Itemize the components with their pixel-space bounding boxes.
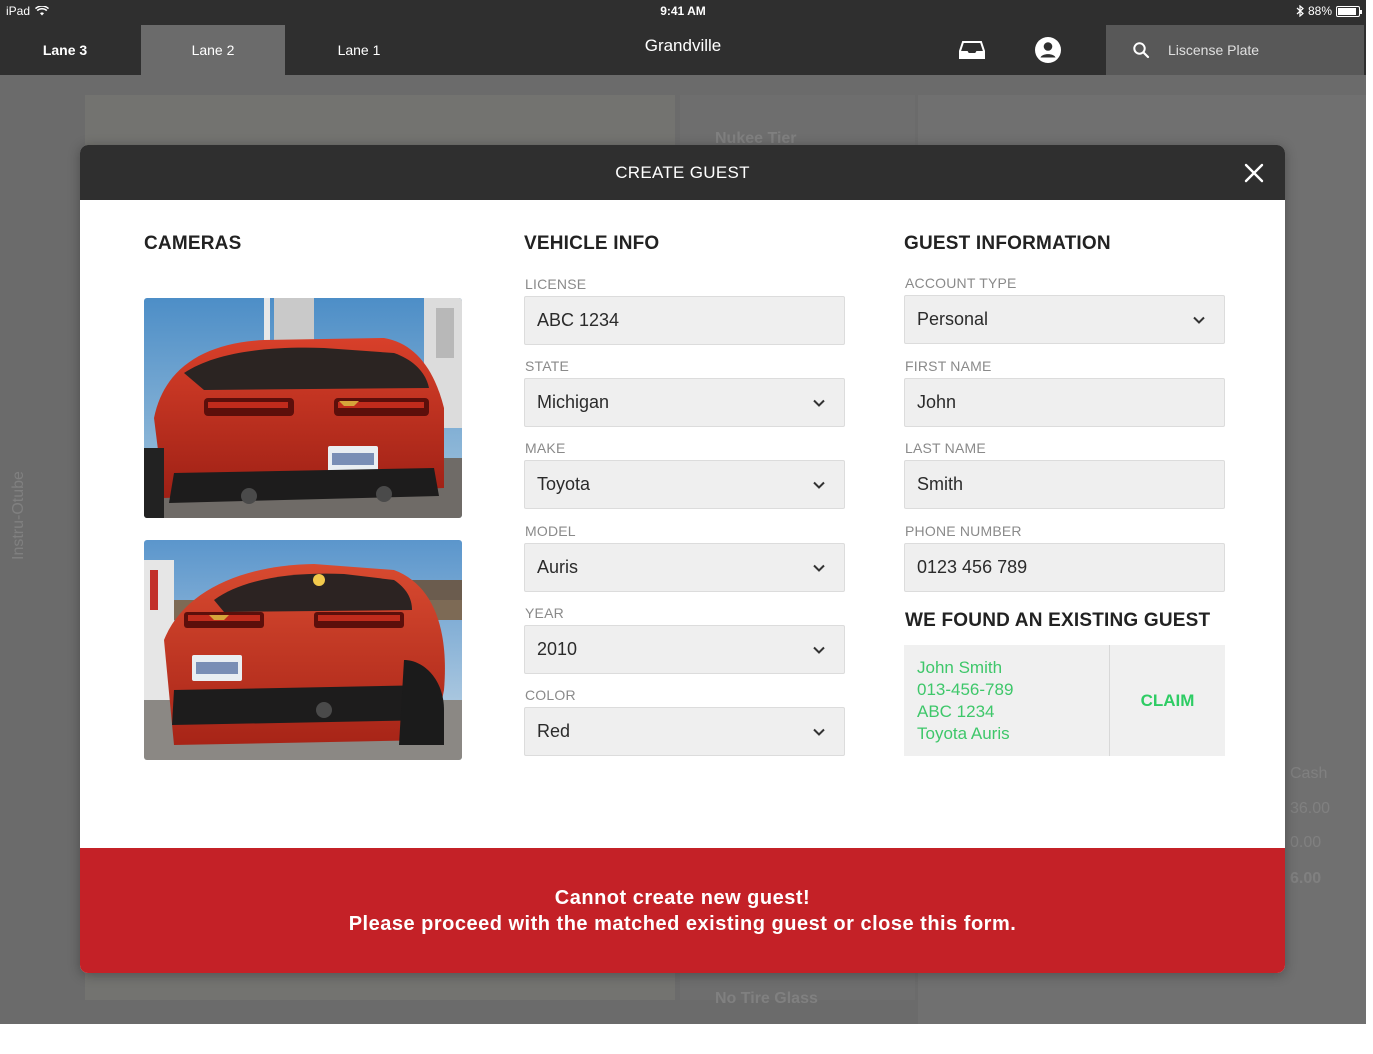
background-amount-1: Cash xyxy=(1290,765,1328,782)
tab-lane-2[interactable]: Lane 2 xyxy=(141,25,285,75)
car-rear-photo-1 xyxy=(144,298,462,518)
background-amount-4: 6.00 xyxy=(1290,870,1322,887)
background-amount-2: 36.00 xyxy=(1290,800,1331,817)
color-select[interactable]: Red xyxy=(524,707,845,756)
last-name-field[interactable] xyxy=(904,460,1225,509)
chevron-down-icon xyxy=(1193,316,1205,324)
make-select[interactable]: Toyota xyxy=(524,460,845,509)
year-select[interactable]: 2010 xyxy=(524,625,845,674)
claim-button[interactable]: CLAIM xyxy=(1110,645,1225,756)
tab-lane-1[interactable]: Lane 1 xyxy=(290,25,428,75)
inbox-icon xyxy=(959,41,985,59)
account-type-label: ACCOUNT TYPE xyxy=(905,275,1017,291)
error-title: Cannot create new guest! xyxy=(554,887,811,909)
background-bottom-label: No Tire Glass xyxy=(715,990,818,1007)
existing-guest-details: John Smith 013-456-789 ABC 1234 Toyota A… xyxy=(904,645,1110,756)
existing-guest-name: John Smith xyxy=(917,658,1003,677)
background-amount-3: 0.00 xyxy=(1290,834,1322,851)
close-icon[interactable] xyxy=(1243,162,1265,184)
top-nav-bar: Lane 3 Lane 2 Lane 1 Grandville xyxy=(0,22,1366,75)
existing-guest-heading: WE FOUND AN EXISTING GUEST xyxy=(905,610,1211,631)
user-avatar-icon xyxy=(1035,37,1061,63)
model-select[interactable]: Auris xyxy=(524,543,845,592)
chevron-down-icon xyxy=(813,728,825,736)
car-rear-photo-2 xyxy=(144,540,462,760)
inbox-button[interactable] xyxy=(958,36,986,64)
year-label: YEAR xyxy=(525,605,564,621)
phone-number-label: PHONE NUMBER xyxy=(905,523,1022,539)
camera-image-2[interactable] xyxy=(144,540,462,760)
vehicle-info-heading: VEHICLE INFO xyxy=(524,233,660,254)
tab-lane-3[interactable]: Lane 3 xyxy=(0,25,130,75)
make-value: Toyota xyxy=(537,474,591,494)
existing-guest-phone: 013-456-789 xyxy=(917,680,1014,699)
first-name-field[interactable] xyxy=(904,378,1225,427)
state-select[interactable]: Michigan xyxy=(524,378,845,427)
color-label: COLOR xyxy=(525,687,576,703)
create-guest-modal: CREATE GUEST CAMERAS VEHICLE INFO LICENS… xyxy=(80,145,1285,973)
error-message: Please proceed with the matched existing… xyxy=(348,913,1017,935)
last-name-label: LAST NAME xyxy=(905,440,986,456)
color-value: Red xyxy=(537,721,571,741)
plate-search-input[interactable] xyxy=(1168,42,1338,58)
first-name-label: FIRST NAME xyxy=(905,358,992,374)
account-type-select[interactable]: Personal xyxy=(904,295,1225,344)
bluetooth-icon xyxy=(1296,5,1304,17)
model-value: Auris xyxy=(537,557,579,577)
status-time: 9:41 AM xyxy=(660,4,706,18)
background-side-label: Instru-Otube xyxy=(10,471,27,560)
year-value: 2010 xyxy=(537,639,578,659)
plate-search-bar[interactable] xyxy=(1106,25,1364,75)
status-bar: iPad 9:41 AM 88% xyxy=(0,0,1366,22)
camera-image-1[interactable] xyxy=(144,298,462,518)
battery-percent: 88% xyxy=(1307,4,1332,18)
chevron-down-icon xyxy=(813,481,825,489)
model-label: MODEL xyxy=(525,523,576,539)
state-value: Michigan xyxy=(537,392,610,412)
existing-guest-plate: ABC 1234 xyxy=(917,702,995,721)
license-field[interactable] xyxy=(524,296,845,345)
account-type-value: Personal xyxy=(917,309,989,329)
cameras-heading: CAMERAS xyxy=(144,233,242,254)
search-icon xyxy=(1133,42,1150,59)
state-label: STATE xyxy=(525,358,570,374)
chevron-down-icon xyxy=(813,646,825,654)
phone-number-field[interactable] xyxy=(904,543,1225,592)
existing-guest-card: John Smith 013-456-789 ABC 1234 Toyota A… xyxy=(904,645,1225,756)
guest-info-heading: GUEST INFORMATION xyxy=(904,233,1111,254)
modal-header: CREATE GUEST xyxy=(80,145,1285,200)
account-button[interactable] xyxy=(1034,36,1062,64)
app-screen: Nukee Tier Instru-Otube Cash 36.00 0.00 … xyxy=(0,0,1366,1024)
license-label: LICENSE xyxy=(525,276,587,292)
make-label: MAKE xyxy=(525,440,566,456)
chevron-down-icon xyxy=(813,399,825,407)
battery-icon xyxy=(1336,5,1362,17)
modal-title: CREATE GUEST xyxy=(615,163,750,182)
existing-guest-vehicle: Toyota Auris xyxy=(917,724,1010,743)
chevron-down-icon xyxy=(813,564,825,572)
error-banner: Cannot create new guest! Please proceed … xyxy=(80,848,1285,973)
